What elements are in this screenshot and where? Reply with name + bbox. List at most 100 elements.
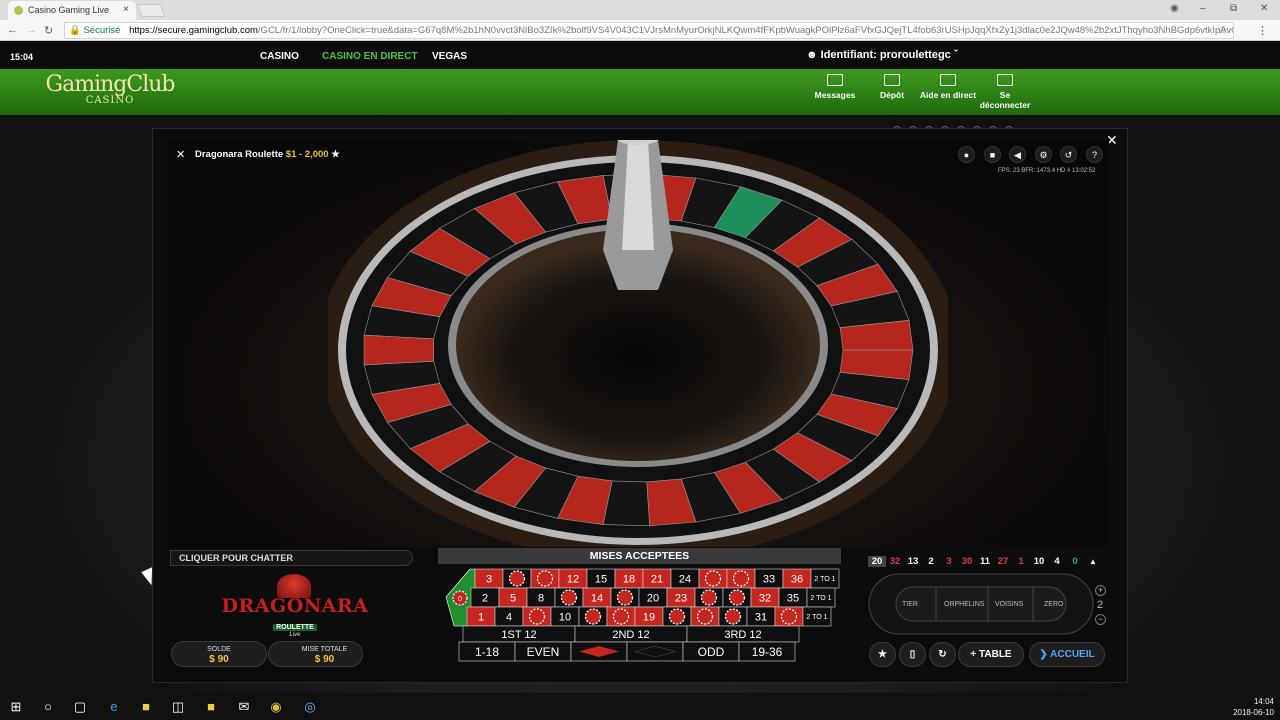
- windows-start-icon[interactable]: ⊞: [8, 699, 24, 715]
- file-explorer-icon[interactable]: ■: [138, 699, 154, 714]
- minimize-icon[interactable]: –: [1200, 3, 1206, 14]
- forward-icon[interactable]: →: [26, 24, 37, 36]
- betting-table[interactable]: 0 3 12 15 18 21 24 33 36 2 TO 1 2 5 8 14 20 23 32 35 2 TO …: [438, 565, 858, 670]
- number-label: 21: [651, 574, 663, 586]
- balance-value: $ 90: [209, 654, 229, 665]
- nav-vegas[interactable]: VEGAS: [432, 51, 467, 62]
- envelope-icon: [827, 74, 843, 86]
- outside-bet-label: EVEN: [527, 645, 560, 659]
- live-help-button[interactable]: Aide en direct: [918, 74, 978, 100]
- user-menu[interactable]: ☻ Identifiant: proroulettegc ˇ: [806, 49, 958, 61]
- history-result: 32: [889, 556, 901, 567]
- plus-icon: +: [970, 649, 980, 660]
- mail-icon[interactable]: ✉: [236, 699, 252, 715]
- chat-icon[interactable]: ●: [958, 146, 975, 163]
- site-clock: 15:04: [10, 52, 34, 62]
- column-bet-label: 2 TO 1: [814, 576, 835, 583]
- logo-sub-text: CASINO: [85, 95, 135, 106]
- dozen-label: 1ST 12: [501, 629, 536, 641]
- number-label: 35: [787, 593, 799, 605]
- table-button[interactable]: + TABLE: [958, 642, 1024, 667]
- folder-icon[interactable]: ■: [203, 699, 219, 714]
- restore-icon[interactable]: ⧉: [1230, 3, 1237, 14]
- profile-icon[interactable]: ◉: [1170, 3, 1179, 14]
- url-host: https://secure.gamingclub.com: [129, 25, 258, 36]
- url-field[interactable]: 🔒 Sécurisé https://secure.gamingclub.com…: [64, 22, 1234, 39]
- deposit-label: Dépôt: [879, 90, 905, 100]
- close-tab-icon[interactable]: ×: [123, 4, 129, 15]
- settings-gear-icon[interactable]: ⚙: [1035, 146, 1052, 163]
- chevron-down-icon: ˇ: [953, 49, 958, 61]
- history-icon[interactable]: ↺: [1060, 146, 1077, 163]
- nav-casino[interactable]: CASINO: [260, 51, 299, 62]
- neighbours-minus-icon[interactable]: −: [1095, 614, 1106, 625]
- favorite-star-icon[interactable]: ★: [331, 149, 340, 160]
- tab-title: Casino Gaming Live: [28, 5, 110, 15]
- number-label: 15: [595, 574, 607, 586]
- expand-history-icon[interactable]: ▲: [1084, 557, 1102, 566]
- history-result: 4: [1054, 556, 1060, 567]
- close-game-icon[interactable]: ✕: [176, 148, 185, 161]
- chat-prompt[interactable]: CLIQUER POUR CHATTER: [170, 550, 413, 566]
- roulette-wheel-image: [328, 140, 948, 547]
- repeat-icon: ↻: [938, 649, 947, 660]
- racetrack-zero[interactable]: ZERO: [1044, 601, 1063, 608]
- browser-menu-icon[interactable]: ⋮: [1257, 24, 1268, 37]
- site-top-bar: 15:04 CASINO CASINO EN DIRECT VEGAS ☻ Id…: [0, 41, 1280, 72]
- dragonara-logo: DRAGONARA ROULETTE Live: [215, 574, 375, 638]
- history-result: 10: [1033, 556, 1045, 567]
- number-label: 8: [538, 593, 544, 605]
- number-label: 19: [643, 612, 655, 624]
- stream-stats: FPS: 23 BFR: 1473.4 HD # 13:02:52: [998, 168, 1096, 174]
- statistics-button[interactable]: ▯: [899, 642, 926, 667]
- taskbar-date: 2018-06-10: [1233, 708, 1274, 717]
- search-icon[interactable]: ○: [40, 699, 56, 714]
- history-result: 11: [979, 556, 991, 567]
- bet-chip: [560, 589, 578, 606]
- racetrack-tier[interactable]: TIER: [902, 601, 918, 608]
- sound-icon[interactable]: ◀: [1009, 146, 1026, 163]
- bets-accepted-banner: MISES ACCEPTEES: [438, 548, 841, 564]
- lobby-button[interactable]: ❯ ACCUEIL: [1029, 642, 1105, 667]
- windows-taskbar: ⊞ ○ ▢ e ■ ◫ ■ ✉ ◉ ◎ 14:04 2018-06-10: [0, 693, 1280, 720]
- racetrack-orphelins[interactable]: ORPHELINS: [944, 601, 984, 608]
- number-label: 33: [763, 574, 775, 586]
- browser-tab[interactable]: Casino Gaming Live ×: [8, 1, 136, 20]
- column-bet-label: 2 TO 1: [810, 595, 831, 602]
- racetrack-voisins[interactable]: VOISINS: [995, 601, 1023, 608]
- bookmark-star-icon[interactable]: ☆: [1217, 24, 1227, 37]
- bet-chip: [780, 608, 798, 625]
- gamingclub-logo[interactable]: GamingClub CASINO: [44, 74, 176, 112]
- system-clock[interactable]: 14:04 2018-06-10: [1233, 696, 1274, 718]
- chevron-right-icon: ❯: [1039, 649, 1051, 660]
- repeat-bet-button[interactable]: ↻: [929, 642, 956, 667]
- chrome-icon[interactable]: ◉: [268, 699, 284, 715]
- task-view-icon[interactable]: ▢: [72, 699, 88, 715]
- number-label: 12: [567, 574, 579, 586]
- deposit-button[interactable]: Dépôt: [862, 74, 922, 100]
- logout-button[interactable]: Se déconnecter: [975, 74, 1035, 110]
- close-window-icon[interactable]: ✕: [1260, 3, 1268, 14]
- recorder-icon[interactable]: ◎: [302, 699, 318, 715]
- new-tab-button[interactable]: [136, 4, 166, 17]
- favourite-bets-button[interactable]: ★: [869, 642, 896, 667]
- help-icon[interactable]: ?: [1086, 146, 1103, 163]
- number-label: 4: [506, 612, 512, 624]
- camera-icon[interactable]: ■: [984, 146, 1001, 163]
- bet-chip: [700, 589, 718, 606]
- history-result: 0: [1072, 556, 1078, 567]
- taskbar-time: 14:04: [1253, 697, 1274, 706]
- number-label: 1: [478, 612, 484, 624]
- roulette-brand: ROULETTE: [273, 624, 317, 631]
- messages-button[interactable]: Messages: [805, 74, 865, 100]
- store-icon[interactable]: ◫: [170, 699, 186, 715]
- back-icon[interactable]: ←: [7, 24, 18, 36]
- bet-chip: [584, 608, 602, 625]
- outside-bet-label: 19-36: [752, 645, 783, 659]
- edge-icon[interactable]: e: [106, 699, 122, 714]
- number-label: 3: [486, 574, 492, 586]
- reload-icon[interactable]: ↻: [44, 24, 53, 37]
- number-label: 20: [647, 593, 659, 605]
- address-bar-row: ← → ↻ 🔒 Sécurisé https://secure.gamingcl…: [0, 20, 1280, 41]
- neighbours-plus-icon[interactable]: +: [1095, 585, 1106, 596]
